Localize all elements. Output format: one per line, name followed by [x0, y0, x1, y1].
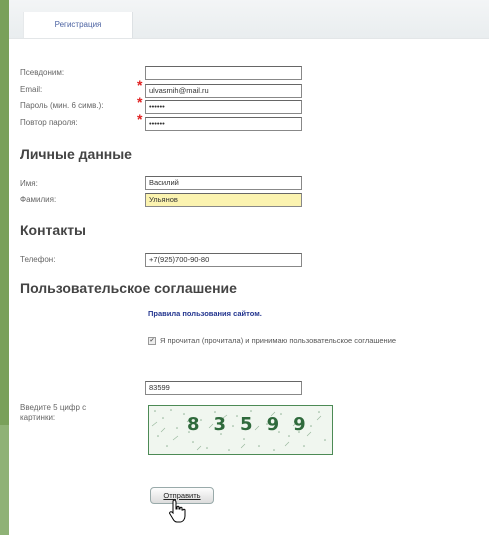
first-name-label: Имя:	[20, 179, 38, 188]
agreement-heading: Пользовательское соглашение	[20, 280, 237, 296]
password-repeat-input[interactable]: ••••••	[145, 117, 302, 131]
hand-cursor-icon	[169, 499, 186, 523]
email-input[interactable]: ulvasmih@mail.ru	[145, 84, 302, 98]
nickname-label: Псевдоним:	[20, 68, 65, 77]
required-star: *	[137, 94, 143, 110]
last-name-input[interactable]: Ульянов	[145, 193, 302, 207]
email-label: Email:	[20, 85, 43, 94]
password-repeat-label: Повтор пароля:	[20, 118, 78, 127]
password-input[interactable]: ••••••	[145, 100, 302, 114]
captcha-text: 83599	[187, 414, 320, 435]
nickname-input[interactable]	[145, 66, 302, 80]
required-star: *	[137, 77, 143, 93]
captcha-input[interactable]: 83599	[145, 381, 302, 395]
phone-label: Телефон:	[20, 255, 56, 264]
required-star: *	[137, 111, 143, 127]
captcha-label-line1: Введите 5 цифр с	[20, 403, 87, 412]
agreement-checkbox[interactable]: ✔	[148, 337, 156, 345]
captcha-image: 83599	[148, 405, 333, 455]
phone-input[interactable]: +7(925)700-90-80	[145, 253, 302, 267]
first-name-input[interactable]: Василий	[145, 176, 302, 190]
background-stripe	[0, 425, 9, 535]
password-label: Пароль (мин. 6 симв.):	[20, 101, 104, 110]
last-name-label: Фамилия:	[20, 195, 57, 204]
captcha-label-line2: картинки:	[20, 413, 56, 422]
agreement-checkbox-label: Я прочитал (прочитала) и принимаю пользо…	[160, 336, 397, 345]
personal-data-heading: Личные данные	[20, 146, 132, 162]
contacts-heading: Контакты	[20, 222, 87, 238]
tab-registration[interactable]: Регистрация	[23, 12, 133, 38]
tab-bar: Регистрация	[9, 0, 489, 39]
rules-link[interactable]: Правила пользования сайтом.	[148, 309, 262, 318]
